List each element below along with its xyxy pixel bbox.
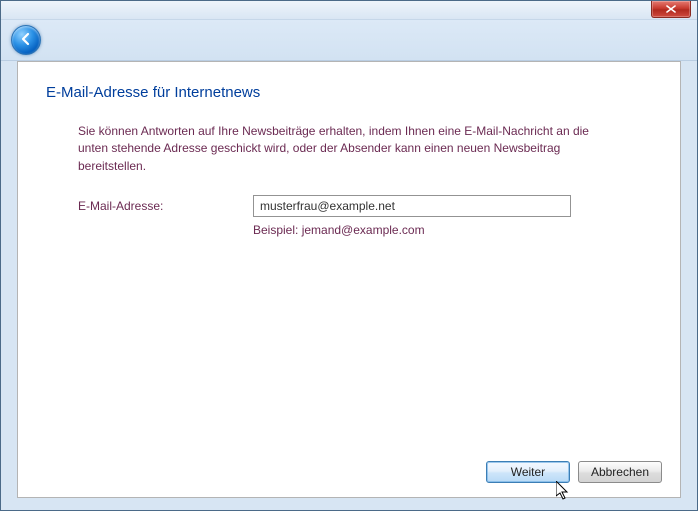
page-title: E-Mail-Adresse für Internetnews [46,84,650,101]
content-panel: E-Mail-Adresse für Internetnews Sie könn… [17,61,681,498]
next-button[interactable]: Weiter [486,461,570,483]
content-inner: E-Mail-Adresse für Internetnews Sie könn… [18,62,680,451]
page-description: Sie können Antworten auf Ihre Newsbeiträ… [78,123,618,175]
email-field-col: Beispiel: jemand@example.com [253,195,571,237]
email-input[interactable] [253,195,571,217]
cancel-button[interactable]: Abbrechen [578,461,662,483]
back-arrow-icon [19,32,33,49]
title-bar [1,1,697,20]
wizard-window: E-Mail-Adresse für Internetnews Sie könn… [0,0,698,511]
close-icon [666,2,676,16]
email-row: E-Mail-Adresse: Beispiel: jemand@example… [78,195,650,237]
button-bar: Weiter Abbrechen [18,451,680,497]
email-label: E-Mail-Adresse: [78,195,253,213]
email-example: Beispiel: jemand@example.com [253,223,571,237]
back-button[interactable] [11,25,41,55]
close-button[interactable] [651,1,691,18]
nav-bar [1,20,697,61]
